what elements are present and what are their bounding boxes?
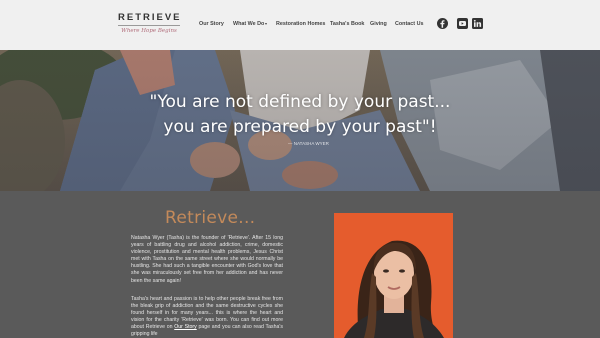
founder-photo — [334, 213, 453, 338]
nav-contact-us[interactable]: Contact Us — [395, 20, 423, 28]
nav-restoration-homes[interactable]: Restoration Homes — [276, 20, 325, 28]
nav-what-we-do[interactable]: What We Do — [233, 20, 268, 28]
nav-tashas-book[interactable]: Tasha's Book — [330, 20, 364, 28]
section-title: Retrieve... — [165, 208, 256, 228]
hero-quote-line-2: you are prepared by your past"! — [163, 117, 437, 137]
hero-quote-attribution: — NATASHA WYER — [288, 141, 329, 146]
hero-quote-line-1: "You are not defined by your past... — [149, 92, 451, 112]
hero-banner: "You are not defined by your past... you… — [0, 50, 600, 191]
about-paragraph-1: Natasha Wyer (Tasha) is the founder of '… — [131, 235, 283, 284]
site-header: RETRIEVE Where Hope Begins Our Story Wha… — [0, 0, 600, 50]
logo-divider — [118, 25, 180, 26]
about-paragraph-2: Tasha's heart and passion is to help oth… — [131, 296, 283, 338]
about-section: Retrieve... Natasha Wyer (Tasha) is the … — [0, 191, 600, 338]
brand-name: RETRIEVE — [118, 12, 182, 23]
nav-giving[interactable]: Giving — [370, 20, 387, 28]
nav-what-we-do-label: What We Do — [233, 21, 265, 27]
youtube-icon[interactable] — [457, 18, 468, 29]
nav-our-story[interactable]: Our Story — [199, 20, 224, 28]
brand-tagline: Where Hope Begins — [121, 28, 177, 34]
brand-logo[interactable]: RETRIEVE Where Hope Begins — [118, 13, 180, 41]
chevron-down-icon — [265, 22, 268, 25]
linkedin-icon[interactable] — [472, 18, 483, 29]
facebook-icon[interactable] — [437, 18, 448, 29]
our-story-link[interactable]: Our Story — [174, 324, 196, 330]
